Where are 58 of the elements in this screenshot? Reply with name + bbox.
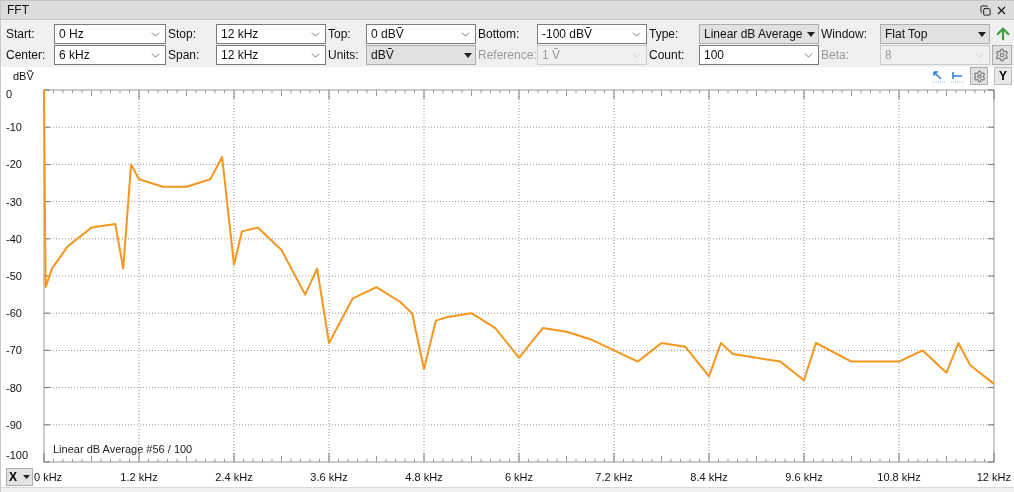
y-tick-label: -90 <box>6 418 22 431</box>
x-tick-label: 7.2 kHz <box>595 471 633 483</box>
combo-box[interactable]: 0 Hz <box>54 24 166 44</box>
field-label: Span: <box>168 47 201 64</box>
y-tick-label: -50 <box>6 270 22 282</box>
y-tick-label: -60 <box>6 307 22 320</box>
y-tick-label: -40 <box>6 232 22 245</box>
restore-icon[interactable] <box>980 4 991 16</box>
caret-icon <box>23 475 30 479</box>
field-label: Top: <box>328 26 352 43</box>
field-label: Reference: <box>478 47 535 64</box>
x-tick-label: 0 kHz <box>34 471 63 483</box>
x-tick-label: 4.8 kHz <box>405 471 443 483</box>
field-label: Stop: <box>168 26 198 43</box>
y-unit-label: dBṼ <box>13 68 34 84</box>
x-tick-label: 10.8 kHz <box>877 471 921 483</box>
field-label: Beta: <box>821 47 851 64</box>
x-axis-button[interactable]: X <box>6 468 33 486</box>
caret-icon <box>807 31 815 37</box>
combo-box[interactable]: 12 kHz <box>216 24 326 44</box>
x-tick-label: 6 kHz <box>504 471 534 483</box>
x-tick-label: 8.4 kHz <box>690 471 728 483</box>
diagonal-arrow-icon[interactable] <box>932 69 945 83</box>
settings-button[interactable] <box>970 67 988 85</box>
dropdown[interactable]: dBṼ <box>366 45 476 65</box>
bracket-ruler-icon[interactable] <box>951 69 964 83</box>
combo-box[interactable]: -100 dBṼ <box>537 24 647 44</box>
x-tick-label: 9.6 kHz <box>785 471 823 483</box>
average-status-text: Linear dB Average #56 / 100 <box>53 443 193 455</box>
y-tick-label: -20 <box>6 158 22 171</box>
field-label: Bottom: <box>478 26 521 43</box>
y-tick-label: 0 <box>6 88 13 100</box>
x-tick-label: 2.4 kHz <box>215 471 253 483</box>
x-tick-label: 3.6 kHz <box>310 471 348 483</box>
y-tick-label: -80 <box>6 381 22 394</box>
dropdown[interactable]: Flat Top <box>880 24 990 44</box>
combo-box[interactable]: 100 <box>699 45 819 65</box>
panel-title: FFT <box>7 2 29 19</box>
y-tick-label: -70 <box>6 344 22 357</box>
field-label: Window: <box>821 26 868 43</box>
field-label: Start: <box>6 26 36 43</box>
y-tick-label: -10 <box>6 121 22 134</box>
y-axis-button[interactable]: Y <box>994 67 1012 85</box>
combo-box[interactable]: 6 kHz <box>54 45 166 65</box>
field-label: Center: <box>6 47 47 64</box>
y-tick-label: -100 <box>6 449 29 461</box>
x-tick-label: 12 kHz <box>976 471 1011 483</box>
caret-icon <box>978 31 986 37</box>
field-label: Count: <box>649 47 686 64</box>
y-tick-label: -30 <box>6 195 22 208</box>
field-label: Type: <box>649 26 680 43</box>
x-tick-label: 1.2 kHz <box>120 471 158 483</box>
settings-button[interactable] <box>992 45 1012 65</box>
combo-box[interactable]: 12 kHz <box>216 45 326 65</box>
combo-box[interactable]: 0 dBṼ <box>366 24 476 44</box>
dropdown[interactable]: Linear dB Average <box>699 24 819 44</box>
field-label: Units: <box>328 47 360 64</box>
caret-icon <box>464 52 472 58</box>
